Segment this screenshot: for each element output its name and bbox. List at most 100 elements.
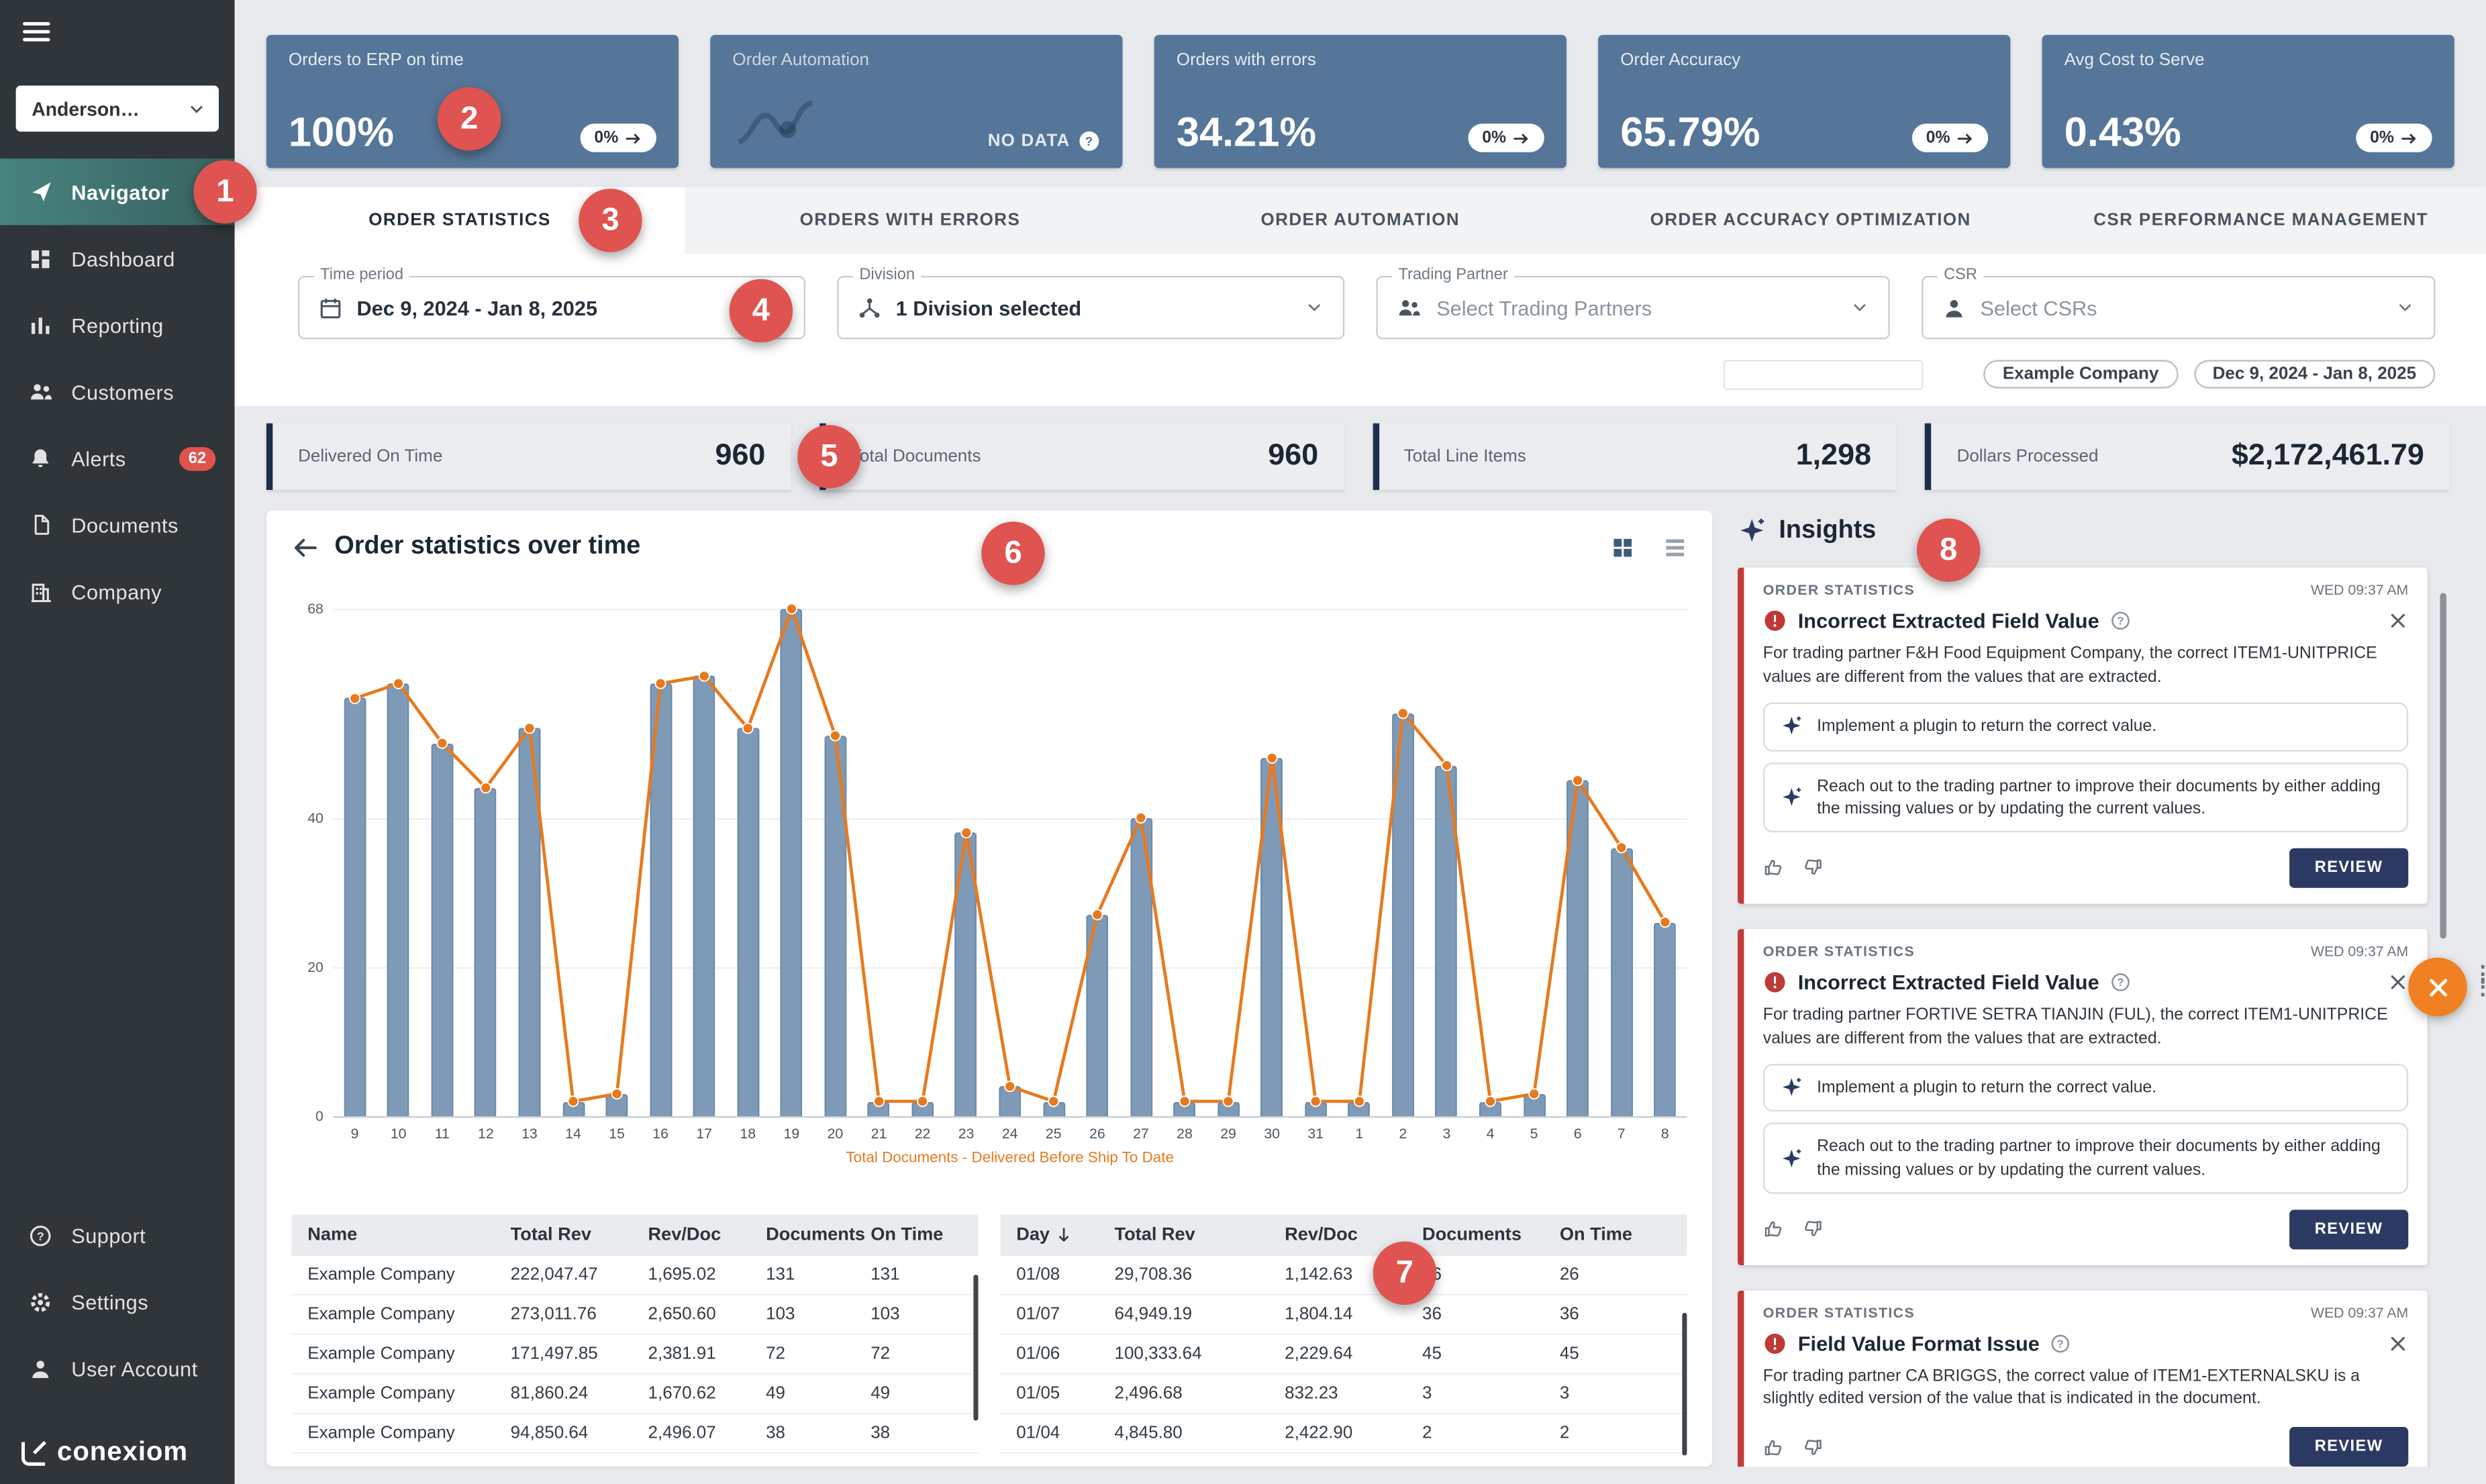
table-row[interactable]: Example Company81,860.241,670.624949 <box>292 1375 979 1414</box>
list-view-button[interactable] <box>1663 535 1687 558</box>
close-insights-button[interactable] <box>2408 958 2467 1016</box>
x-axis-tick: 7 <box>1599 1126 1643 1142</box>
kpi-title: Orders with errors <box>1177 51 1544 70</box>
tab-orders-with-errors[interactable]: ORDERS WITH ERRORS <box>685 187 1135 254</box>
table-row[interactable]: 01/0764,949.191,804.143636 <box>1001 1295 1687 1335</box>
kpi-trend-badge[interactable]: 0% <box>1911 123 1988 152</box>
division-icon <box>858 296 881 319</box>
tab-order-accuracy-optimization[interactable]: ORDER ACCURACY OPTIMIZATION <box>1585 187 2036 254</box>
drag-handle-icon[interactable]: ⋮⋮ <box>2472 967 2486 993</box>
filter-chip-example-company[interactable]: Example Company <box>1983 360 2177 389</box>
kpi-trend-badge[interactable]: 0% <box>2356 123 2432 152</box>
trading-partner-filter[interactable]: Trading Partner Select Trading Partners <box>1376 276 1889 339</box>
partners-icon <box>1397 295 1422 320</box>
review-button[interactable]: REVIEW <box>2289 1427 2408 1467</box>
close-icon[interactable] <box>2388 1333 2409 1354</box>
line-series <box>333 609 1687 1116</box>
back-arrow-icon[interactable] <box>292 534 319 560</box>
stat-value: $2,172,461.79 <box>2232 439 2424 474</box>
x-axis-tick: 3 <box>1425 1126 1469 1142</box>
kpi-card-order-automation[interactable]: Order AutomationNO DATA ? <box>710 35 1122 168</box>
thumbs-down-icon[interactable] <box>1801 857 1824 879</box>
column-header-documents[interactable]: Documents <box>766 1226 871 1244</box>
x-axis-tick: 5 <box>1512 1126 1556 1142</box>
thumbs-up-icon[interactable] <box>1763 1218 1785 1240</box>
table-row[interactable]: 01/0829,708.361,142.632626 <box>1001 1256 1687 1295</box>
company-select[interactable]: Anderson… <box>16 86 219 132</box>
insight-title: Incorrect Extracted Field Value <box>1798 970 2099 993</box>
grid-view-button[interactable] <box>1611 535 1634 558</box>
quick-filter-box[interactable] <box>1724 359 1924 389</box>
table-row[interactable]: Example Company94,850.642,496.073838 <box>292 1414 979 1454</box>
table-cell: 103 <box>766 1305 871 1324</box>
sidebar-item-user-account[interactable]: User Account <box>0 1335 235 1401</box>
table-cell: 36 <box>1422 1305 1560 1324</box>
kpi-trend-badge[interactable]: 0% <box>1468 123 1544 152</box>
sidebar-item-alerts[interactable]: Alerts62 <box>0 425 235 491</box>
column-header-rev-doc[interactable]: Rev/Doc <box>648 1226 766 1244</box>
tab-order-automation[interactable]: ORDER AUTOMATION <box>1135 187 1585 254</box>
column-header-day[interactable]: Day <box>1016 1226 1114 1244</box>
kpi-card-avg-cost-to-serve[interactable]: Avg Cost to Serve0.43%0% <box>2042 35 2454 168</box>
x-axis-tick: 6 <box>1556 1126 1599 1142</box>
x-axis-tick: 13 <box>507 1126 551 1142</box>
close-icon[interactable] <box>2388 972 2409 993</box>
table-row[interactable]: 01/06100,333.642,229.644545 <box>1001 1335 1687 1375</box>
csr-filter[interactable]: CSR Select CSRs <box>1922 276 2435 339</box>
sidebar-item-settings[interactable]: Settings <box>0 1269 235 1335</box>
table-row[interactable]: Example Company222,047.471,695.02131131 <box>292 1256 979 1295</box>
table-cell: 100,333.64 <box>1115 1344 1285 1363</box>
sidebar-item-customers[interactable]: Customers <box>0 358 235 425</box>
column-header-on-time[interactable]: On Time <box>1560 1226 1671 1244</box>
table-cell: 72 <box>766 1344 871 1363</box>
menu-icon[interactable] <box>21 16 56 51</box>
sidebar-item-support[interactable]: ?Support <box>0 1202 235 1269</box>
kpi-trend-badge[interactable]: 0% <box>580 123 656 152</box>
column-header-total-rev[interactable]: Total Rev <box>1115 1226 1285 1244</box>
kpi-row: Orders to ERP on time100%0%Order Automat… <box>235 0 2486 168</box>
scrollbar[interactable] <box>973 1275 978 1420</box>
thumbs-down-icon[interactable] <box>1801 1436 1824 1458</box>
review-button[interactable]: REVIEW <box>2289 848 2408 888</box>
filter-chip-dec-9-2024-jan-8-2025[interactable]: Dec 9, 2024 - Jan 8, 2025 <box>2193 360 2435 389</box>
column-header-on-time[interactable]: On Time <box>871 1226 962 1244</box>
question-icon: ? <box>2050 1333 2071 1354</box>
table-row[interactable]: Example Company273,011.762,650.60103103 <box>292 1295 979 1335</box>
column-header-total-rev[interactable]: Total Rev <box>511 1226 648 1244</box>
column-header-name[interactable]: Name <box>307 1226 510 1244</box>
table-cell: 1,670.62 <box>648 1384 766 1403</box>
table-row[interactable]: Example Company171,497.852,381.917272 <box>292 1335 979 1375</box>
table-cell: 1,695.02 <box>648 1265 766 1284</box>
sidebar-item-company[interactable]: Company <box>0 558 235 625</box>
logo-text: conexiom <box>57 1436 188 1468</box>
kpi-card-order-accuracy[interactable]: Order Accuracy65.79%0% <box>1598 35 2010 168</box>
time-period-value: Dec 9, 2024 - Jan 8, 2025 <box>357 296 598 319</box>
thumbs-up-icon[interactable] <box>1763 1436 1785 1458</box>
annotation-circle-2: 2 <box>438 87 501 150</box>
support-icon: ? <box>27 1223 54 1246</box>
review-button[interactable]: REVIEW <box>2289 1209 2408 1249</box>
alerts-count-badge: 62 <box>179 446 216 470</box>
x-axis-tick: 4 <box>1469 1126 1512 1142</box>
sidebar-item-dashboard[interactable]: Dashboard <box>0 225 235 291</box>
close-icon[interactable] <box>2388 610 2409 631</box>
alert-icon <box>1763 609 1787 632</box>
kpi-card-orders-with-errors[interactable]: Orders with errors34.21%0% <box>1154 35 1567 168</box>
scrollbar[interactable] <box>2440 593 2446 938</box>
sidebar-item-documents[interactable]: Documents <box>0 491 235 558</box>
scrollbar[interactable] <box>1682 1313 1687 1456</box>
table-row[interactable]: 01/044,845.802,422.9022 <box>1001 1414 1687 1454</box>
division-filter[interactable]: Division 1 Division selected <box>837 276 1344 339</box>
thumbs-down-icon[interactable] <box>1801 1218 1824 1240</box>
table-cell: 45 <box>1422 1344 1560 1363</box>
chart-area: 0204068 91011121314151617181920212223242… <box>292 609 1687 1167</box>
column-header-documents[interactable]: Documents <box>1422 1226 1560 1244</box>
x-axis-tick: 10 <box>377 1126 420 1142</box>
tab-csr-performance-management[interactable]: CSR PERFORMANCE MANAGEMENT <box>2036 187 2486 254</box>
sidebar-item-reporting[interactable]: Reporting <box>0 292 235 358</box>
sort-down-icon <box>1054 1226 1073 1244</box>
thumbs-up-icon[interactable] <box>1763 857 1785 879</box>
table-row[interactable]: 01/052,496.68832.2333 <box>1001 1375 1687 1414</box>
user-icon <box>27 1356 54 1380</box>
table-cell: 38 <box>766 1424 871 1442</box>
